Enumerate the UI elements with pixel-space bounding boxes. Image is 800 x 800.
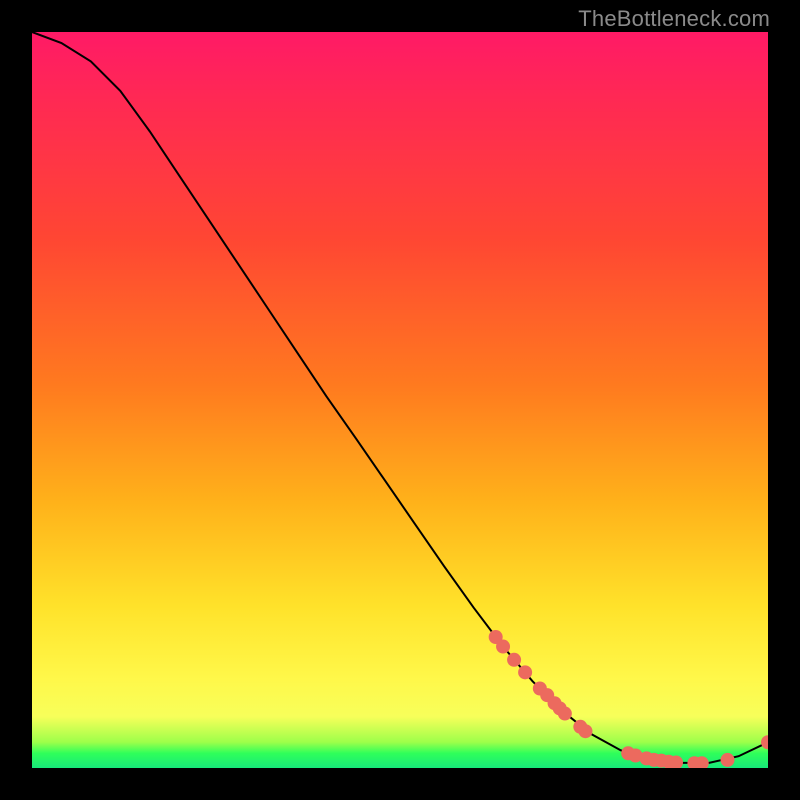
curve-marker <box>507 653 521 667</box>
curve-marker <box>558 707 572 721</box>
curve-marker <box>578 724 592 738</box>
curve-marker <box>721 753 735 767</box>
curve-marker <box>518 665 532 679</box>
plot-area <box>32 32 768 768</box>
chart-stage: TheBottleneck.com <box>0 0 800 800</box>
curve-marker <box>496 640 510 654</box>
watermark-text: TheBottleneck.com <box>578 6 770 32</box>
curve-line <box>32 32 768 763</box>
chart-svg <box>32 32 768 768</box>
curve-marker <box>761 735 768 749</box>
curve-markers <box>489 630 768 768</box>
